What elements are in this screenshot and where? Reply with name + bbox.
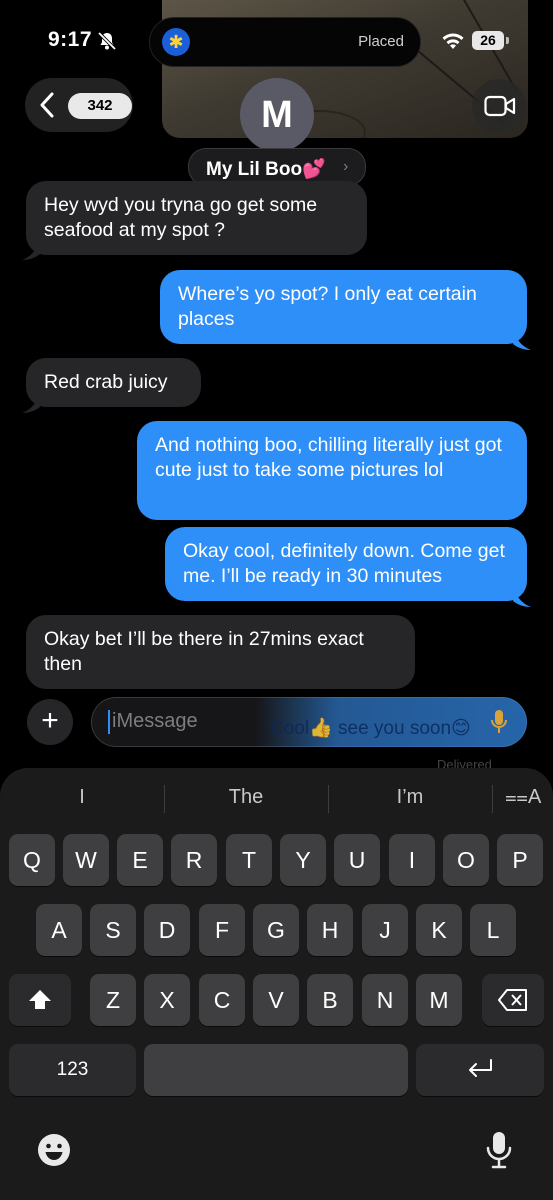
key-p[interactable]: P (497, 834, 543, 886)
message-bubble-incoming[interactable]: Red crab juicy (26, 358, 201, 407)
contact-name: My Lil Boo💕 (206, 159, 326, 180)
return-icon (469, 1059, 492, 1077)
message-bubble-outgoing[interactable]: Where’s yo spot? I only eat certain plac… (160, 270, 527, 344)
bubble-tail (513, 590, 531, 607)
walmart-spark-icon: ✱ (162, 28, 190, 56)
suggestion-1[interactable]: I (20, 786, 144, 809)
key-e[interactable]: E (117, 834, 163, 886)
apps-plus-button[interactable]: + (27, 699, 73, 745)
dynamic-island[interactable]: ✱ Placed (149, 17, 421, 67)
bell-slash-icon (97, 31, 117, 51)
key-c[interactable]: C (199, 974, 245, 1026)
chevron-right-icon: › (343, 158, 349, 175)
key-f[interactable]: F (199, 904, 245, 956)
key-s[interactable]: S (90, 904, 136, 956)
key-z[interactable]: Z (90, 974, 136, 1026)
key-k[interactable]: K (416, 904, 462, 956)
key-d[interactable]: D (144, 904, 190, 956)
suggestion-2[interactable]: The (184, 786, 308, 809)
delete-key[interactable] (482, 974, 544, 1026)
return-key[interactable] (416, 1044, 544, 1096)
key-r[interactable]: R (171, 834, 217, 886)
dictation-mic-icon[interactable] (486, 1130, 512, 1170)
message-bubble-outgoing[interactable]: Okay cool, definitely down. Come get me.… (165, 527, 527, 601)
back-chevron-icon (40, 92, 54, 118)
message-bubble-incoming[interactable]: Hey wyd you tryna go get some seafood at… (26, 181, 367, 255)
key-o[interactable]: O (443, 834, 489, 886)
facetime-video-button[interactable] (472, 79, 526, 133)
island-status-label: Placed (358, 33, 404, 50)
key-n[interactable]: N (362, 974, 408, 1026)
status-time: 9:17 (48, 28, 93, 51)
text-size-icon[interactable]: ⩵A (505, 786, 541, 809)
bubble-tail (22, 243, 40, 260)
key-m[interactable]: M (416, 974, 462, 1026)
back-button[interactable]: 342 (25, 78, 133, 132)
emoji-icon[interactable] (36, 1132, 72, 1168)
space-bar[interactable] (144, 1044, 408, 1096)
key-g[interactable]: G (253, 904, 299, 956)
contact-avatar[interactable]: M (240, 78, 314, 152)
bubble-tail (22, 396, 40, 413)
microphone-icon[interactable] (490, 708, 508, 736)
key-q[interactable]: Q (9, 834, 55, 886)
key-a[interactable]: A (36, 904, 82, 956)
message-bubble-outgoing[interactable]: And nothing boo, chilling literally just… (137, 421, 527, 520)
key-l[interactable]: L (470, 904, 516, 956)
shift-key[interactable] (9, 974, 71, 1026)
key-i[interactable]: I (389, 834, 435, 886)
key-w[interactable]: W (63, 834, 109, 886)
imessage-placeholder: iMessage (112, 710, 198, 732)
message-bubble-incoming[interactable]: Okay bet I’ll be there in 27mins exact t… (26, 615, 415, 689)
suggestion-3[interactable]: I’m (348, 786, 472, 809)
suggestion-divider (492, 785, 493, 813)
text-cursor (108, 710, 110, 734)
key-j[interactable]: J (362, 904, 408, 956)
key-h[interactable]: H (307, 904, 353, 956)
sending-draft-text: Cool👍 see you soon😊 (270, 718, 471, 739)
key-u[interactable]: U (334, 834, 380, 886)
key-v[interactable]: V (253, 974, 299, 1026)
wifi-icon (442, 33, 464, 49)
key-t[interactable]: T (226, 834, 272, 886)
numbers-key[interactable]: 123 (9, 1044, 136, 1096)
key-b[interactable]: B (307, 974, 353, 1026)
battery-nub (506, 37, 509, 44)
suggestion-divider (164, 785, 165, 813)
suggestion-divider (328, 785, 329, 813)
key-x[interactable]: X (144, 974, 190, 1026)
status-bar: 9:17 ✱ Placed 26 (0, 0, 553, 80)
battery-indicator: 26 (472, 31, 504, 50)
unread-count-badge: 342 (68, 93, 132, 119)
bubble-tail (513, 333, 531, 350)
video-camera-icon (484, 95, 516, 117)
delete-icon (498, 989, 527, 1011)
key-y[interactable]: Y (280, 834, 326, 886)
shift-icon (29, 990, 51, 1009)
